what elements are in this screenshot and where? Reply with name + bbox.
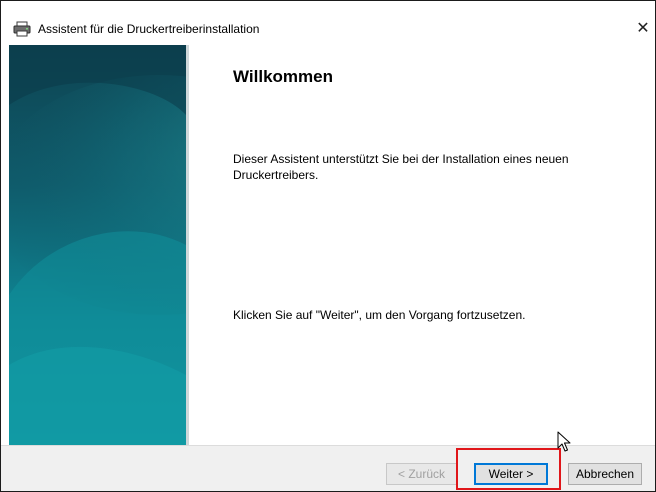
mouse-cursor-icon [557, 431, 571, 452]
window-title: Assistent für die Druckertreiberinstalla… [38, 22, 260, 36]
wizard-banner [9, 45, 186, 445]
printer-icon [13, 21, 31, 37]
close-icon: ✕ [636, 20, 650, 37]
wizard-window: Assistent für die Druckertreiberinstalla… [0, 0, 656, 492]
wizard-content: Willkommen Dieser Assistent unterstützt … [189, 45, 655, 445]
title-bar: Assistent für die Druckertreiberinstalla… [1, 1, 655, 43]
page-title: Willkommen [233, 67, 333, 86]
cancel-button[interactable]: Abbrechen [568, 463, 642, 485]
next-button[interactable]: Weiter > [474, 463, 548, 485]
close-button[interactable]: ✕ [631, 18, 655, 40]
banner-graphic [9, 45, 186, 445]
continue-hint: Klicken Sie auf "Weiter", um den Vorgang… [233, 308, 526, 322]
back-button[interactable]: < Zurück [386, 463, 457, 485]
intro-text: Dieser Assistent unterstützt Sie bei der… [233, 152, 569, 182]
